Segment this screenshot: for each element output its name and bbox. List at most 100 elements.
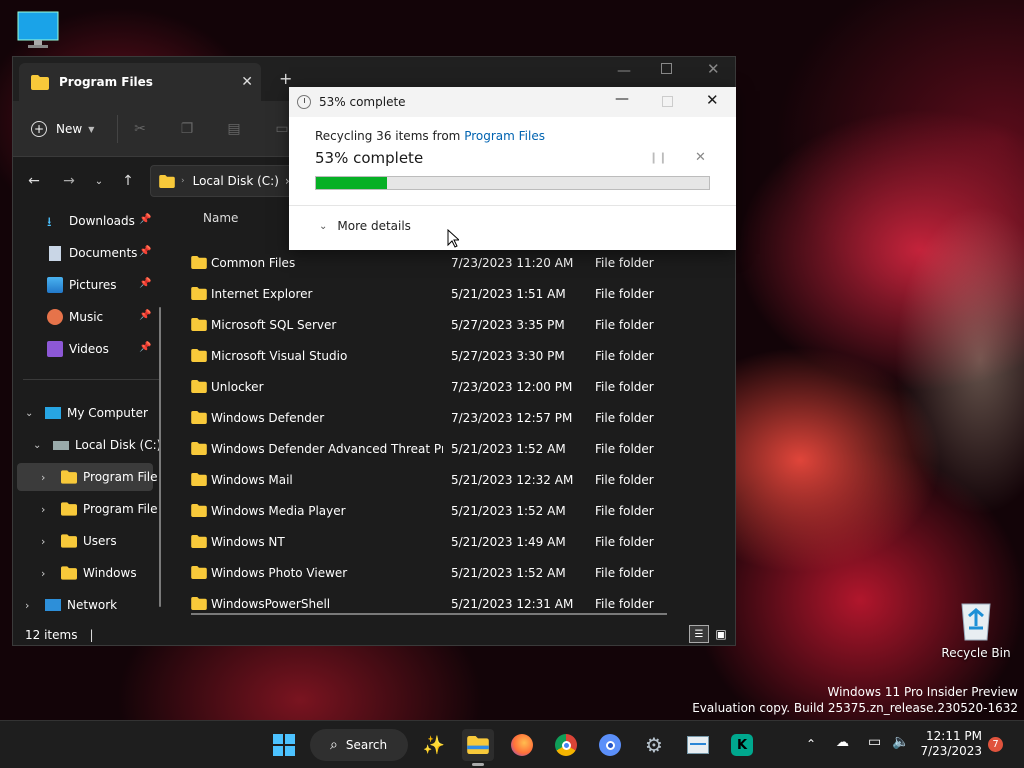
tab-close-icon[interactable]: ✕ <box>241 74 253 90</box>
search-button[interactable]: ⌕ Search <box>310 729 408 761</box>
settings-icon[interactable]: ⚙ <box>638 729 670 761</box>
pause-icon[interactable]: ❙❙ <box>649 151 667 164</box>
chevron-right-icon[interactable]: › <box>41 535 55 548</box>
file-type: File folder <box>595 318 654 332</box>
more-details-toggle[interactable]: ⌄ More details <box>319 219 411 233</box>
folder-icon <box>191 349 207 362</box>
forward-arrow-icon[interactable]: → <box>58 170 80 192</box>
table-row[interactable]: Internet Explorer 5/21/2023 1:51 AM File f… <box>183 280 723 308</box>
horizontal-scrollbar[interactable] <box>191 613 667 615</box>
file-type: File folder <box>595 411 654 425</box>
chevron-down-icon[interactable]: ⌄ <box>33 440 47 451</box>
recent-chevron-icon[interactable]: ⌄ <box>88 170 110 192</box>
table-row[interactable]: Unlocker 7/23/2023 12:00 PM File folder <box>183 373 723 401</box>
kaspersky-icon[interactable]: K <box>726 729 758 761</box>
desktop-icon-this-pc[interactable] <box>16 10 60 50</box>
recycling-source-link[interactable]: Program Files <box>464 129 545 143</box>
pin-icon[interactable]: 📌 <box>139 342 151 353</box>
sidebar-item-music[interactable]: Music <box>47 303 103 331</box>
sidebar-scrollbar[interactable] <box>159 307 161 607</box>
folder-icon <box>191 256 207 269</box>
recycle-progress-dialog: 53% complete — ✕ Recycling 36 items from… <box>289 87 736 250</box>
maximize-icon[interactable] <box>661 63 672 74</box>
file-date: 7/23/2023 12:57 PM <box>451 411 573 425</box>
sidebar-item-local-disk[interactable]: ⌄ Local Disk (C:) <box>33 431 161 459</box>
chrome-icon[interactable] <box>550 729 582 761</box>
network-status-icon[interactable]: ▭ <box>868 734 881 750</box>
tab-title: Program Files <box>59 75 153 89</box>
sidebar-item-windows[interactable]: › Windows <box>41 559 137 587</box>
sidebar-item-documents[interactable]: Documents <box>47 239 137 267</box>
cut-icon[interactable]: ✂ <box>129 118 151 140</box>
breadcrumb-local-disk[interactable]: Local Disk (C:) <box>193 174 279 188</box>
chevron-right-icon[interactable]: › <box>41 567 55 580</box>
start-button[interactable] <box>268 729 300 761</box>
dialog-minimize-icon[interactable]: — <box>615 91 629 107</box>
minimize-icon[interactable]: — <box>617 63 631 79</box>
table-row[interactable]: Windows NT 5/21/2023 1:49 AM File folder <box>183 528 723 556</box>
progress-bar-fill <box>316 177 387 189</box>
sidebar-item-program-files-x86[interactable]: › Program File <box>41 495 158 523</box>
clock[interactable]: 12:11 PM 7/23/2023 <box>916 729 982 759</box>
notification-badge[interactable]: 7 <box>988 737 1003 752</box>
back-arrow-icon[interactable]: ← <box>23 170 45 192</box>
chevron-right-icon[interactable]: › <box>25 599 39 612</box>
table-row[interactable]: Windows Photo Viewer 5/21/2023 1:52 AM Fil… <box>183 559 723 587</box>
table-row[interactable]: Common Files 7/23/2023 11:20 AM File folde… <box>183 249 723 277</box>
file-list: Name Common Files 7/23/2023 11:20 AM File … <box>183 207 723 617</box>
sidebar-item-network[interactable]: › Network <box>25 591 117 617</box>
table-row[interactable]: Microsoft SQL Server 5/27/2023 3:35 PM Fil… <box>183 311 723 339</box>
video-icon <box>47 341 63 357</box>
tray-chevron-up-icon[interactable]: ⌃ <box>806 737 816 751</box>
sidebar-item-label: My Computer <box>67 406 148 420</box>
paste-icon[interactable]: ▤ <box>223 118 245 140</box>
chromium-icon[interactable] <box>594 729 626 761</box>
large-icons-view-icon[interactable]: ▣ <box>712 625 730 643</box>
sidebar-item-label: Users <box>83 534 117 548</box>
volume-icon[interactable]: 🔈 <box>892 734 909 750</box>
sidebar-item-downloads[interactable]: ⭳ Downloads <box>47 207 135 235</box>
table-row[interactable]: Windows Media Player 5/21/2023 1:52 AM Fil… <box>183 497 723 525</box>
sidebar-item-my-computer[interactable]: ⌄ My Computer <box>25 399 148 427</box>
magic-wand-icon[interactable]: ✨ <box>418 729 450 761</box>
table-row[interactable]: Windows Defender 7/23/2023 12:57 PM File f… <box>183 404 723 432</box>
file-type: File folder <box>595 566 654 580</box>
firefox-icon[interactable] <box>506 729 538 761</box>
tab-program-files[interactable]: Program Files ✕ <box>19 63 261 101</box>
pin-icon[interactable]: 📌 <box>139 310 151 321</box>
cancel-operation-icon[interactable]: ✕ <box>695 150 706 165</box>
chevron-down-icon[interactable]: ⌄ <box>25 408 39 419</box>
chevron-right-icon[interactable]: › <box>41 471 55 484</box>
chevron-right-icon[interactable]: › <box>41 503 55 516</box>
folder-icon <box>191 566 207 579</box>
pin-icon[interactable]: 📌 <box>139 246 151 257</box>
pin-icon[interactable]: 📌 <box>139 278 151 289</box>
new-tab-button[interactable]: + <box>279 69 292 88</box>
details-view-icon[interactable]: ☰ <box>689 625 709 643</box>
sidebar-item-pictures[interactable]: Pictures <box>47 271 117 299</box>
table-row[interactable]: Microsoft Visual Studio 5/27/2023 3:30 PM… <box>183 342 723 370</box>
sidebar-item-users[interactable]: › Users <box>41 527 117 555</box>
sidebar-item-program-files[interactable]: › Program File <box>41 463 158 491</box>
resource-monitor-icon[interactable] <box>682 729 714 761</box>
table-row[interactable]: Windows Mail 5/21/2023 12:32 AM File folde… <box>183 466 723 494</box>
up-arrow-icon[interactable]: ↑ <box>117 170 139 192</box>
dialog-maximize-icon[interactable] <box>662 96 673 107</box>
cloud-offline-icon[interactable]: ☁ <box>836 735 849 750</box>
desktop-icon-recycle-bin[interactable]: Recycle Bin <box>940 596 1012 660</box>
sidebar-item-videos[interactable]: Videos <box>47 335 109 363</box>
new-button[interactable]: + New ▼ <box>31 115 94 143</box>
sidebar-item-label: Documents <box>69 246 138 260</box>
progress-bar <box>315 176 710 190</box>
folder-icon <box>191 411 207 424</box>
file-name: Internet Explorer <box>211 287 313 301</box>
address-bar[interactable]: › Local Disk (C:) › <box>150 165 310 197</box>
dialog-close-icon[interactable]: ✕ <box>706 91 719 109</box>
file-date: 5/21/2023 1:52 AM <box>451 442 566 456</box>
copy-icon[interactable]: ❐ <box>176 118 198 140</box>
close-window-icon[interactable]: ✕ <box>707 60 720 78</box>
column-header-name[interactable]: Name <box>203 211 238 231</box>
table-row[interactable]: Windows Defender Advanced Threat Prot...… <box>183 435 723 463</box>
pin-icon[interactable]: 📌 <box>139 214 151 225</box>
file-explorer-icon[interactable] <box>462 729 494 766</box>
